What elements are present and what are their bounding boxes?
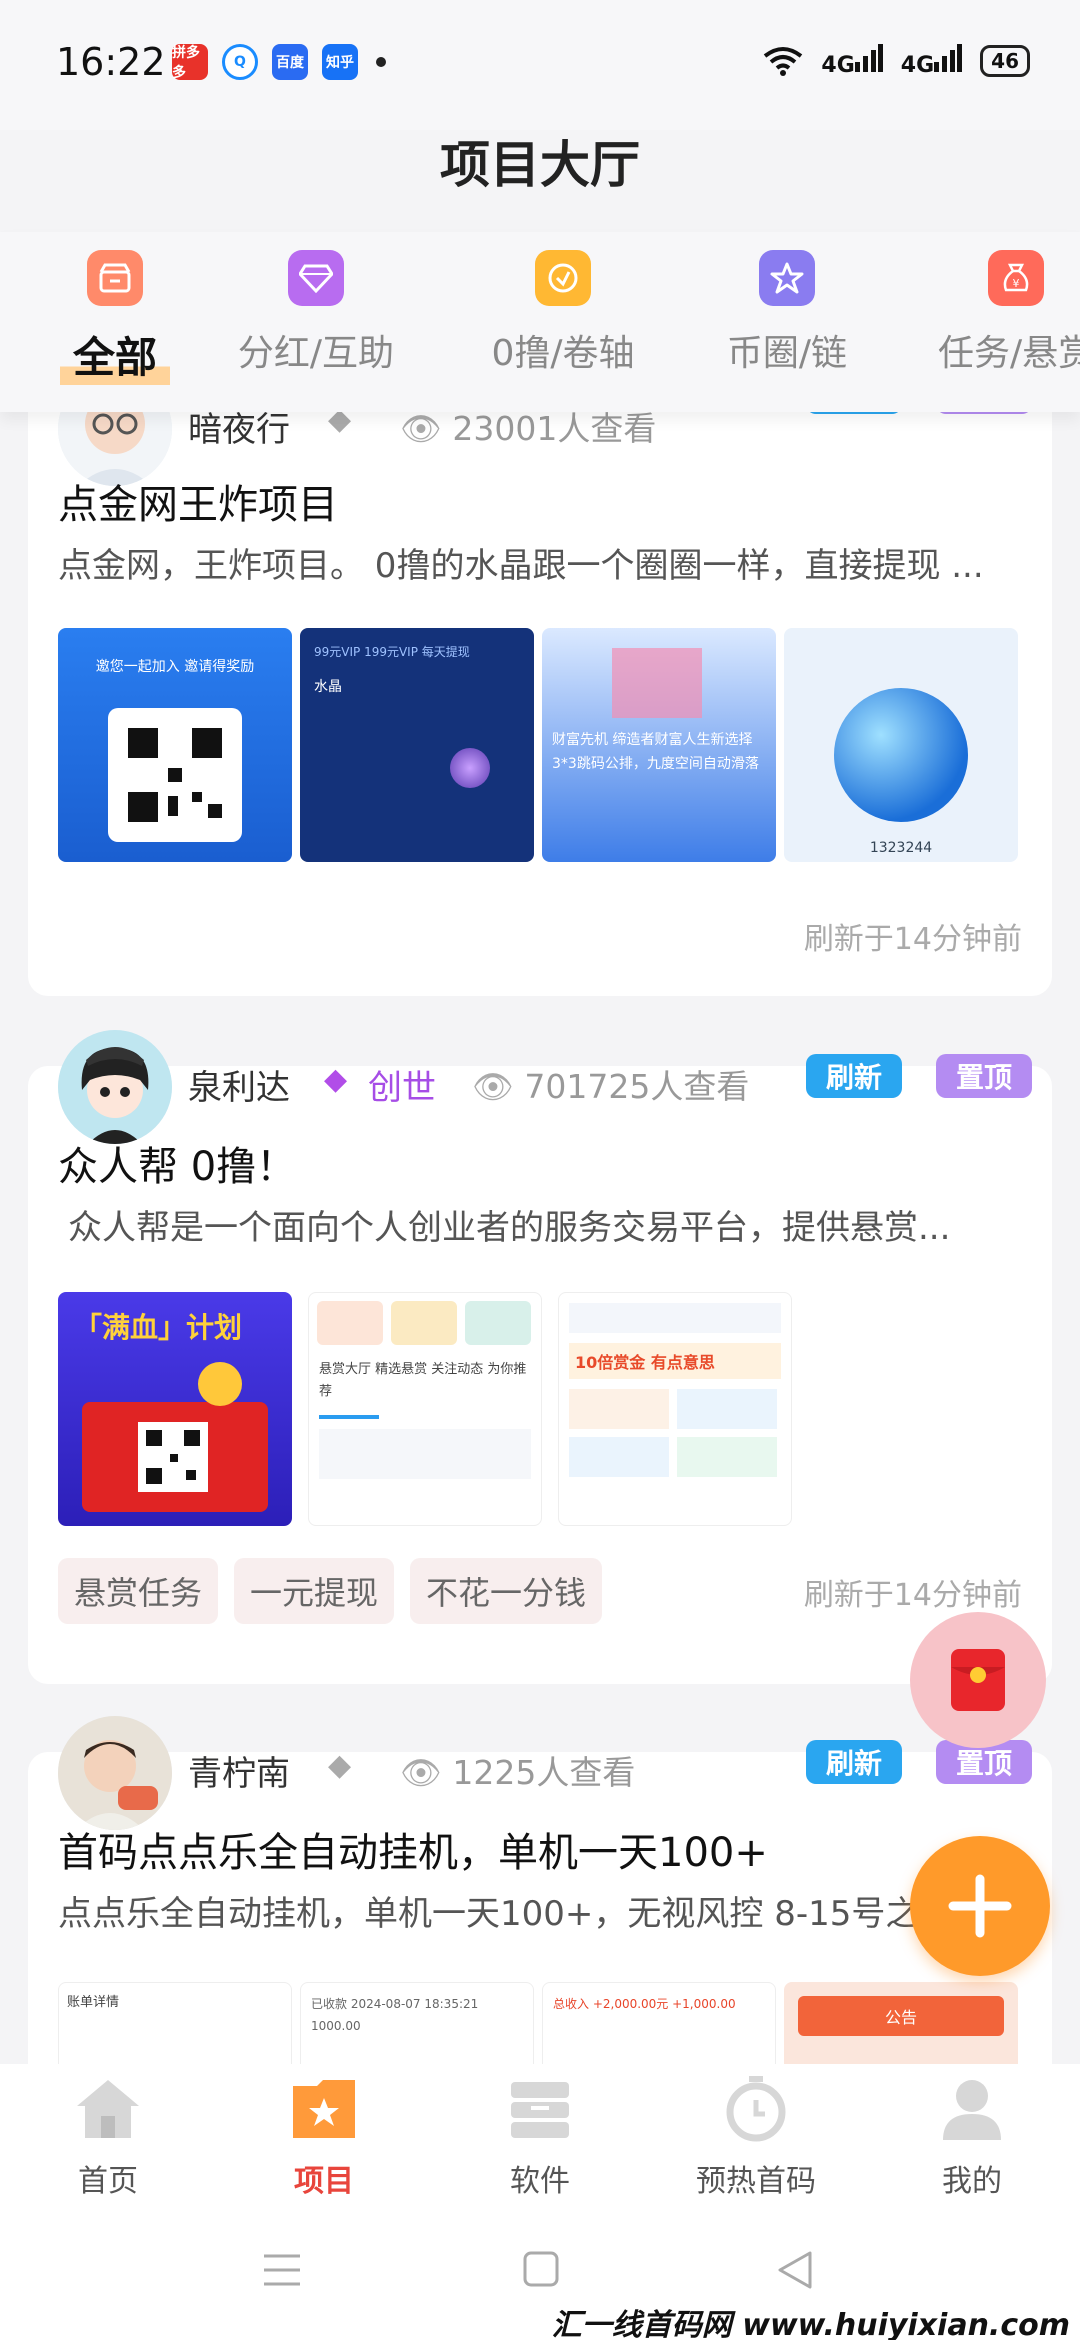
tag[interactable]: 一元提现 [234, 1558, 395, 1624]
thumbnail-image[interactable]: 「满血」计划 [58, 1292, 292, 1526]
timer-icon [726, 2076, 786, 2142]
menu-icon[interactable] [262, 2252, 302, 2288]
tab-all[interactable]: 全部 [60, 250, 170, 385]
qr-code-icon [108, 708, 242, 842]
refresh-badge: 刷新 [806, 1740, 903, 1784]
diamond-level-icon: ◆ [328, 1748, 352, 1783]
profile-icon [943, 2080, 1001, 2140]
baidu-icon: 百度 [272, 44, 308, 80]
signal-2-icon: 4G [901, 44, 963, 78]
signal-1-icon: 4G [821, 44, 883, 78]
store-icon [87, 250, 143, 306]
star-icon [759, 250, 815, 306]
qr-code-icon [138, 1422, 208, 1492]
add-project-button[interactable] [910, 1836, 1050, 1976]
watermark: 汇一线首码网 www.huiyixian.com [551, 2308, 1070, 2340]
battery-icon: 46 [980, 45, 1030, 77]
red-packet-button[interactable] [910, 1612, 1046, 1748]
eye-icon: 👁 [472, 1067, 514, 1106]
thumbnail-image[interactable]: 财富先机 缔造者财富人生新选择 3*3跳码公排，九度空间自动滑落 [542, 628, 776, 862]
nav-software[interactable]: 软件 [432, 2076, 648, 2200]
view-count: 👁 701725人查看 [472, 1067, 750, 1106]
refresh-time: 刷新于14分钟前 [803, 1578, 1022, 1613]
thumbnail-image[interactable]: 邀您一起加入 邀请得奖励 [58, 628, 292, 862]
page-title: 项目大厅 [440, 136, 640, 194]
status-indicators: 4G 4G 46 [763, 44, 1030, 78]
thumbnail-image[interactable]: 99元VIP 199元VIP 每天提现 水晶 [300, 628, 534, 862]
level-title: 创世 [368, 1068, 436, 1108]
wifi-icon [764, 47, 803, 76]
post-card[interactable]: 青柠南 ◆ 👁 1225人查看 刷新 置顶 首码点点乐全自动挂机，单机一天100… [28, 1716, 1052, 2216]
project-icon [293, 2080, 355, 2138]
diamond-level-icon: ◆ [324, 1062, 348, 1097]
pinned-badge: 置顶 [936, 1054, 1033, 1098]
nav-projects[interactable]: 项目 [216, 2076, 432, 2200]
avatar[interactable] [58, 1716, 172, 1830]
post-thumbnails: 「满血」计划 悬赏大厅 精选悬赏 关注动态 为你推荐 10倍赏金 有点意思 [58, 1292, 792, 1526]
post-title[interactable]: 点金网王炸项目 [58, 472, 338, 530]
tab-task[interactable]: ¥ 任务/悬赏 [938, 250, 1080, 376]
post-tags: 悬赏任务 一元提现 不花一分钱 [58, 1558, 603, 1624]
nav-home[interactable]: 首页 [0, 2076, 216, 2200]
tab-label: 0撸/卷轴 [491, 333, 635, 374]
refresh-badge: 刷新 [806, 1054, 903, 1098]
nav-preheat[interactable]: 预热首码 [648, 2076, 864, 2200]
more-notifications-dot [376, 57, 386, 67]
diamond-icon [288, 250, 344, 306]
refresh-time: 刷新于14分钟前 [803, 922, 1022, 957]
pinduoduo-icon: 拼多多 [172, 44, 208, 81]
author-name[interactable]: 青柠南 [188, 1746, 290, 1795]
category-tabs: 全部 分红/互助 0撸/卷轴 币圈/链 ¥ 任务/悬赏 [0, 232, 1080, 412]
software-icon [511, 2082, 569, 2138]
tab-free[interactable]: 0撸/卷轴 [488, 250, 638, 376]
bottom-navigation: 首页 项目 软件 预热首码 我的 [0, 2064, 1080, 2224]
status-notification-icons: 拼多多 Q 百度 知乎 [172, 44, 386, 81]
thumbnail-image[interactable]: 1323244 [784, 628, 1018, 862]
svg-text:¥: ¥ [1013, 277, 1020, 290]
nav-mine[interactable]: 我的 [864, 2076, 1080, 2200]
tag[interactable]: 悬赏任务 [58, 1558, 219, 1624]
tab-dividend[interactable]: 分红/互助 [236, 250, 396, 376]
tab-label: 全部 [60, 324, 170, 385]
post-description: 点金网，王炸项目。 0撸的水晶跟一个圈圈一样，直接提现 ... [58, 546, 984, 586]
thumbnail-image[interactable]: 悬赏大厅 精选悬赏 关注动态 为你推荐 [308, 1292, 542, 1526]
back-icon[interactable] [776, 2250, 814, 2290]
zhihu-icon: 知乎 [322, 44, 358, 80]
tag[interactable]: 不花一分钱 [410, 1558, 603, 1624]
author-name[interactable]: 泉利达 [188, 1060, 290, 1109]
eye-icon: 👁 [400, 1753, 442, 1792]
view-count: 👁 1225人查看 [400, 1753, 636, 1792]
plus-icon [948, 1874, 1012, 1938]
post-title[interactable]: 首码点点乐全自动挂机，单机一天100+ [58, 1820, 768, 1878]
post-title[interactable]: 众人帮 0撸！ [58, 1134, 296, 1192]
post-card[interactable]: 暗夜行 ◆ 👁 23001人查看 刷新 置顶 点金网王炸项目 点金网，王炸项目。… [28, 370, 1052, 996]
coin-icon [535, 250, 591, 306]
status-time: 16:22 [56, 40, 166, 84]
eye-icon: 👁 [400, 409, 442, 448]
post-description: 众人帮是一个面向个人创业者的服务交易平台，提供悬赏... [68, 1208, 951, 1248]
status-bar: 16:22 拼多多 Q 百度 知乎 4G 4G 46 [0, 0, 1080, 130]
tab-label: 任务/悬赏 [938, 333, 1080, 374]
post-card[interactable]: 泉利达 ◆ 创世 👁 701725人查看 刷新 置顶 众人帮 0撸！ 众人帮是一… [28, 1030, 1052, 1684]
avatar[interactable] [58, 1030, 172, 1144]
q-app-icon: Q [222, 44, 258, 80]
moneybag-icon: ¥ [988, 250, 1044, 306]
tab-label: 分红/互助 [237, 333, 395, 374]
home-button-icon[interactable] [522, 2250, 560, 2288]
tab-label: 币圈/链 [726, 333, 848, 374]
post-description: 点点乐全自动挂机，单机一天100+，无视风控 8-15号之 [58, 1894, 920, 1934]
tab-crypto[interactable]: 币圈/链 [722, 250, 852, 376]
home-icon [77, 2080, 139, 2138]
thumbnail-image[interactable]: 10倍赏金 有点意思 [558, 1292, 792, 1526]
post-thumbnails: 邀您一起加入 邀请得奖励 99元VIP 199元VIP 每天提现 水晶 财富先机… [58, 628, 1018, 862]
red-packet-icon [951, 1649, 1005, 1711]
